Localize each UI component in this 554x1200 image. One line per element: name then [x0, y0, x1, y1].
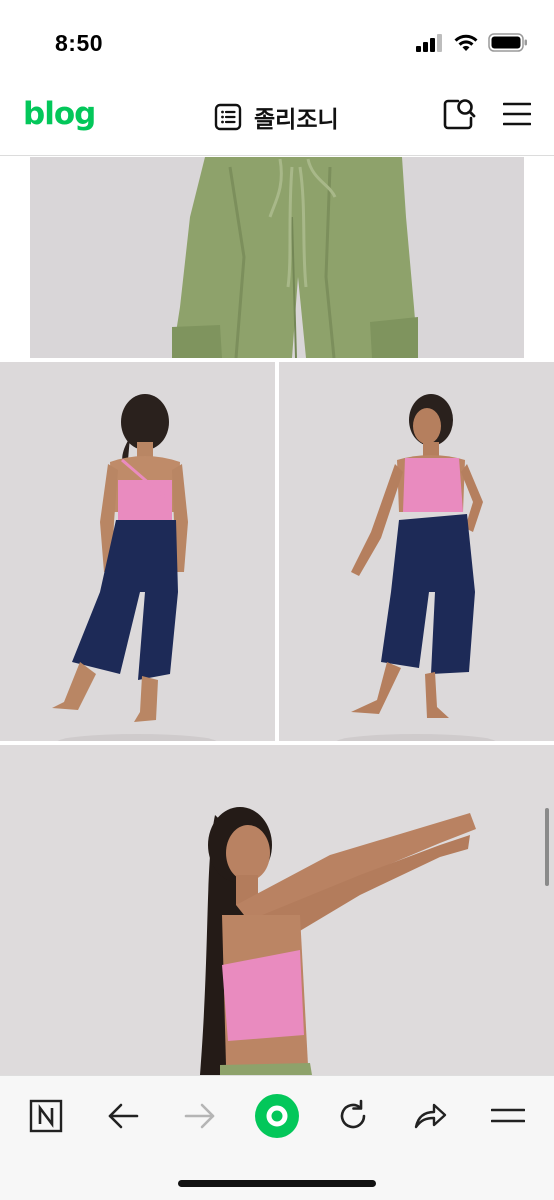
home-indicator[interactable]	[178, 1180, 376, 1187]
naver-home-button[interactable]	[253, 1092, 301, 1140]
status-icons	[416, 33, 528, 52]
menu-icon	[491, 1108, 525, 1123]
photo-green-cargo-pants[interactable]	[30, 157, 524, 358]
share-button[interactable]	[408, 1094, 452, 1138]
naver-home-icon	[255, 1094, 299, 1138]
blog-title-button[interactable]: 졸리조니	[214, 100, 339, 134]
blog-title: 졸리조니	[254, 107, 339, 133]
wifi-icon	[454, 34, 478, 51]
scroll-indicator[interactable]	[545, 808, 549, 886]
hamburger-menu-icon	[502, 102, 532, 126]
photo-back-view[interactable]	[0, 362, 275, 741]
status-time: 8:50	[55, 30, 104, 56]
refresh-icon	[340, 1099, 366, 1129]
forward-arrow-icon	[184, 1103, 215, 1129]
photo-stretching[interactable]	[0, 745, 554, 1075]
search-button[interactable]	[441, 96, 477, 132]
blog-header: blog 졸리조니	[0, 82, 554, 156]
blog-content[interactable]	[0, 157, 554, 1075]
forward-button[interactable]	[178, 1094, 222, 1138]
back-button[interactable]	[101, 1094, 145, 1138]
battery-icon	[488, 33, 527, 52]
photo-front-view[interactable]	[279, 362, 554, 741]
naver-button[interactable]	[24, 1094, 68, 1138]
cellular-signal-icon	[416, 33, 442, 52]
post-list-icon	[214, 103, 242, 131]
status-bar: 8:50	[0, 0, 554, 82]
blog-logo[interactable]: blog	[23, 96, 96, 132]
more-menu-button[interactable]	[486, 1094, 530, 1138]
refresh-button[interactable]	[331, 1094, 375, 1138]
menu-button[interactable]	[502, 100, 532, 128]
naver-icon	[29, 1099, 63, 1133]
back-arrow-icon	[108, 1103, 139, 1129]
search-icon	[443, 99, 476, 130]
share-icon	[414, 1103, 447, 1129]
